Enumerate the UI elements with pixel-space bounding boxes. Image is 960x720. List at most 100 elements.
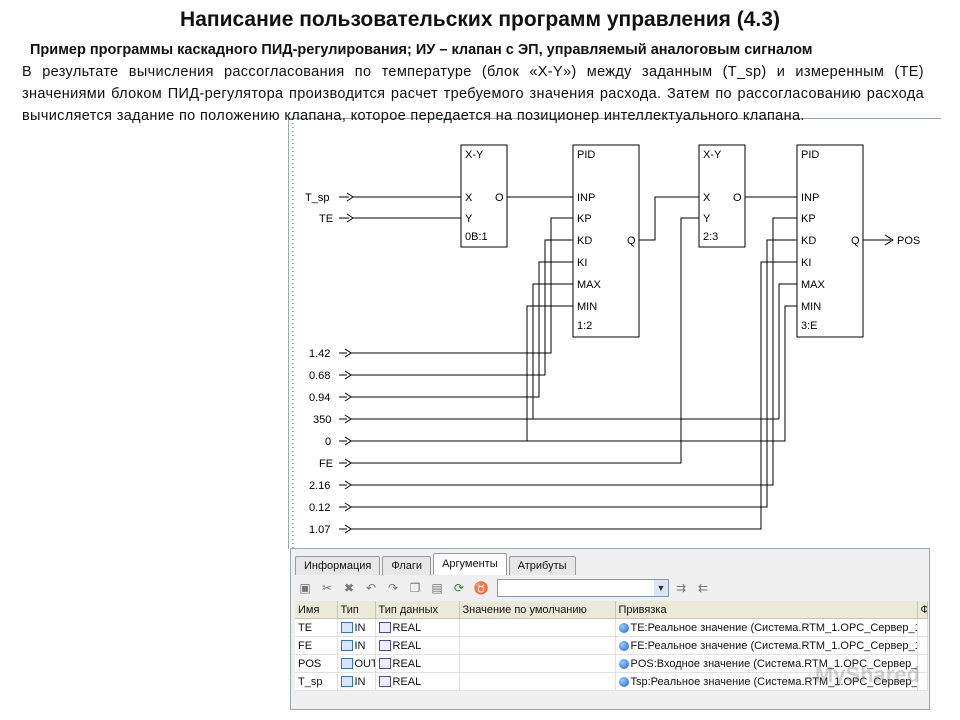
cell-type: OUT	[354, 657, 375, 670]
svg-text:X-Y: X-Y	[703, 149, 722, 161]
tab-attributes[interactable]: Атрибуты	[508, 556, 576, 575]
svg-text:KI: KI	[577, 257, 587, 269]
constant-labels: 1.42 0.68 0.94 350 0 FE 2.16 0.12 1.07	[309, 348, 333, 536]
col-binding[interactable]: Привязка	[615, 601, 918, 619]
svg-text:1:2: 1:2	[577, 320, 592, 332]
tab-bar: Информация Флаги Аргументы Атрибуты	[295, 553, 578, 575]
cut-icon[interactable]: ✂	[317, 579, 337, 597]
svg-text:MAX: MAX	[801, 279, 826, 291]
cell-default[interactable]	[459, 654, 616, 673]
chevron-down-icon[interactable]: ▼	[654, 580, 668, 596]
svg-text:2:3: 2:3	[703, 231, 718, 243]
find-prev-icon[interactable]: ⇇	[693, 579, 713, 597]
block-xy-1[interactable]: X-Y X O Y 0B:1	[460, 144, 508, 248]
col-dtype[interactable]: Тип данных	[375, 601, 460, 619]
table-header: Имя Тип Тип данных Значение по умолчанию…	[295, 601, 928, 619]
const-4: 350	[313, 414, 331, 426]
svg-text:INP: INP	[577, 192, 595, 204]
slide-title: Написание пользовательских программ упра…	[180, 8, 780, 31]
cell-name: POS	[295, 654, 338, 673]
slide-subtitle: Пример программы каскадного ПИД-регулиро…	[30, 42, 813, 58]
cell-default[interactable]	[459, 618, 616, 637]
block-xy-2[interactable]: X-Y X O Y 2:3	[698, 144, 746, 248]
svg-text:KD: KD	[577, 235, 592, 247]
svg-text:KP: KP	[801, 213, 816, 225]
watermark: MyShared	[814, 662, 920, 687]
pin-o: O	[495, 192, 504, 204]
svg-text:Q: Q	[851, 235, 860, 247]
datatype-icon	[378, 675, 391, 687]
col-name[interactable]: Имя	[295, 601, 338, 619]
svg-text:PID: PID	[577, 149, 595, 161]
input-t-sp: T_sp	[305, 192, 329, 204]
svg-text:3:E: 3:E	[801, 320, 818, 332]
tag-link-icon	[618, 676, 629, 687]
refresh-icon[interactable]: ⟳	[449, 579, 469, 597]
svg-text:KI: KI	[801, 257, 811, 269]
output-arrow-icon	[340, 657, 353, 669]
svg-text:KD: KD	[801, 235, 816, 247]
undo-icon[interactable]: ↶	[361, 579, 381, 597]
input-te: TE	[319, 213, 333, 225]
svg-text:Q: Q	[627, 235, 636, 247]
const-6: FE	[319, 458, 333, 470]
tab-flags[interactable]: Флаги	[382, 556, 432, 575]
svg-text:MIN: MIN	[801, 301, 821, 313]
table-row[interactable]: FE IN REAL FE:Реальное значение (Система…	[295, 636, 928, 655]
svg-text:KP: KP	[577, 213, 592, 225]
col-type[interactable]: Тип	[337, 601, 376, 619]
binoculars-icon[interactable]: ♉	[471, 579, 491, 597]
const-5: 0	[325, 436, 331, 448]
delete-icon[interactable]: ✖	[339, 579, 359, 597]
svg-text:MIN: MIN	[577, 301, 597, 313]
const-2: 0.68	[309, 370, 330, 382]
input-arrow-icon	[340, 639, 353, 651]
tab-info[interactable]: Информация	[295, 556, 381, 575]
svg-text:O: O	[733, 192, 742, 204]
cell-name: T_sp	[295, 672, 338, 691]
tag-link-icon	[618, 658, 629, 669]
paste-icon[interactable]: ▤	[427, 579, 447, 597]
output-pos: POS	[897, 235, 920, 247]
cell-type: IN	[354, 639, 366, 652]
input-arrow-icon	[340, 621, 353, 633]
cell-name: FE	[295, 636, 338, 655]
datatype-icon	[378, 621, 391, 633]
const-8: 0.12	[309, 502, 330, 514]
cell-type: IN	[354, 621, 366, 634]
toolbar: ▣ ✂ ✖ ↶ ↷ ❐ ▤ ⟳ ♉ ▼ ⇉ ⇇	[295, 577, 923, 599]
const-3: 0.94	[309, 392, 330, 404]
pin-y: Y	[465, 213, 473, 225]
block-id: 0B:1	[465, 231, 488, 243]
fbd-canvas: X-Y X O Y 0B:1 PID INP KP KD Q KI MAX MI…	[292, 119, 920, 549]
svg-text:MAX: MAX	[577, 279, 602, 291]
find-next-icon[interactable]: ⇉	[671, 579, 691, 597]
redo-icon[interactable]: ↷	[383, 579, 403, 597]
svg-text:PID: PID	[801, 149, 819, 161]
col-default[interactable]: Значение по умолчанию	[459, 601, 616, 619]
pin-x: X	[465, 192, 473, 204]
const-9: 1.07	[309, 524, 330, 536]
table-row[interactable]: TE IN REAL TE:Реальное значение (Система…	[295, 618, 928, 637]
block-pid-2[interactable]: PID INP KP KD Q KI MAX MIN 3:E	[796, 144, 864, 338]
cell-binding: TE:Реальное значение (Система.RTM_1.OPC_…	[630, 621, 917, 634]
datatype-icon	[378, 657, 391, 669]
cell-name: TE	[295, 618, 338, 637]
copy-icon[interactable]: ❐	[405, 579, 425, 597]
cell-type: IN	[354, 675, 366, 688]
tab-arguments[interactable]: Аргументы	[433, 553, 507, 575]
block-xy-1-title: X-Y	[465, 149, 484, 161]
cell-default[interactable]	[459, 672, 616, 691]
cell-dtype: REAL	[392, 639, 422, 652]
col-extra[interactable]: Ф	[917, 601, 928, 619]
input-arrow-icon	[340, 675, 353, 687]
fbd-diagram[interactable]: X-Y X O Y 0B:1 PID INP KP KD Q KI MAX MI…	[288, 118, 941, 549]
save-icon[interactable]: ▣	[295, 579, 315, 597]
cell-binding: FE:Реальное значение (Система.RTM_1.OPC_…	[630, 639, 917, 652]
cell-dtype: REAL	[392, 621, 422, 634]
block-pid-1[interactable]: PID INP KP KD Q KI MAX MIN 1:2	[572, 144, 640, 338]
search-combo[interactable]: ▼	[497, 579, 669, 597]
cell-dtype: REAL	[392, 675, 422, 688]
svg-text:Y: Y	[703, 213, 711, 225]
cell-default[interactable]	[459, 636, 616, 655]
